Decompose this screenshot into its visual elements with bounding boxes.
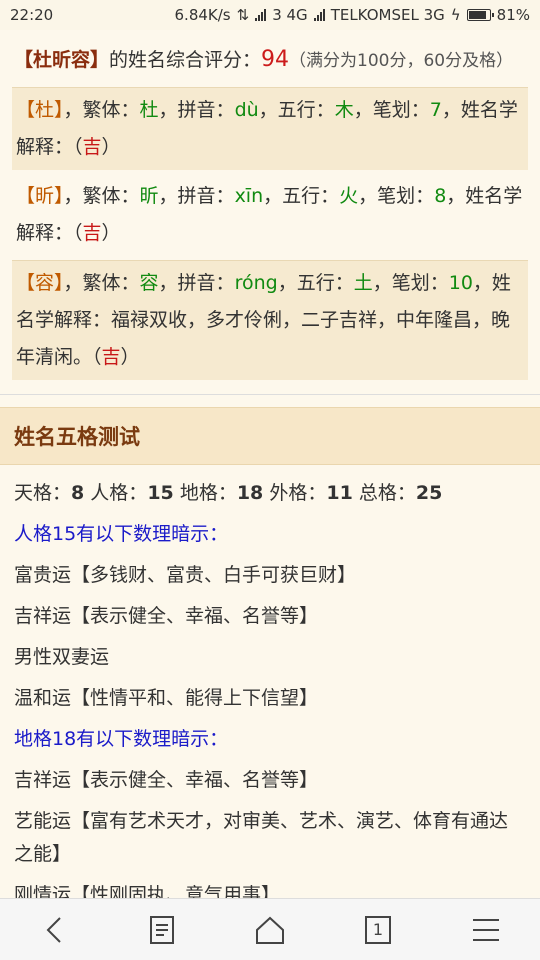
luck-value: 吉 <box>101 346 121 368</box>
strokes-label: ，笔划： <box>353 99 430 121</box>
signal2-icon <box>313 9 325 21</box>
battery-level: 81% <box>496 6 530 24</box>
wuxing-value: 土 <box>353 272 373 294</box>
list-item: 富贵运【多钱财、富贵、白手可获巨财】 <box>14 564 357 586</box>
back-button[interactable] <box>24 905 84 955</box>
section-title: 姓名五格测试 <box>0 407 540 465</box>
strokes-label: ，笔划： <box>358 185 435 207</box>
tian-label: 天格： <box>14 482 72 504</box>
data-arrows-icon: ⇅ <box>236 6 250 24</box>
trad-label: ，繁体： <box>63 185 140 207</box>
wuxing-value: 火 <box>339 185 359 207</box>
strokes-value: 10 <box>448 272 473 294</box>
pinyin-value: xīn <box>234 185 264 207</box>
trad-label: ，繁体： <box>63 272 140 294</box>
strokes-label: ，笔划： <box>372 272 449 294</box>
page-menu-button[interactable] <box>132 905 192 955</box>
luck-value: 吉 <box>82 136 102 158</box>
list-item: 地格18有以下数理暗示： <box>14 728 229 750</box>
back-icon <box>46 916 61 943</box>
wuge-summary: 天格：8 人格：15 地格：18 外格：11 总格：25 <box>14 473 526 514</box>
carrier2: TELKOMSEL 3G <box>330 6 445 24</box>
ren-label: 人格： <box>90 482 148 504</box>
list-item: 男性双妻运 <box>14 646 110 668</box>
strokes-value: 7 <box>429 99 442 121</box>
char-name: 【杜】 <box>16 99 64 121</box>
page-content: 【杜昕容】的姓名综合评分：94（满分为100分，60分及格） 【杜】，繁体：杜，… <box>0 30 540 898</box>
tabs-icon: 1 <box>365 915 391 944</box>
ren-value: 15 <box>147 482 174 504</box>
tian-value: 8 <box>71 482 85 504</box>
wuxing-value: 木 <box>334 99 354 121</box>
close-paren: ） <box>101 222 121 244</box>
zong-label: 总格： <box>358 482 416 504</box>
pinyin-label: ，拼音： <box>158 185 235 207</box>
open-paren: （ <box>92 346 102 368</box>
clock: 22:20 <box>10 6 54 24</box>
score-summary: 【杜昕容】的姓名综合评分：94（满分为100分，60分及格） <box>0 30 540 83</box>
net-speed: 6.84K/s <box>174 6 231 24</box>
list-item: 吉祥运【表示健全、幸福、名誉等】 <box>14 605 319 627</box>
trad-value: 容 <box>139 272 159 294</box>
section-divider <box>0 394 540 395</box>
carrier1: 3 4G <box>272 6 308 24</box>
trad-value: 杜 <box>139 99 159 121</box>
close-paren: ） <box>120 346 140 368</box>
pinyin-label: ，拼音： <box>158 272 235 294</box>
score-value: 94 <box>261 47 290 72</box>
char-detail-1: 【杜】，繁体：杜，拼音：dù，五行：木，笔划：7，姓名学解释：（吉） <box>12 87 528 170</box>
wuxing-label: ，五行： <box>263 185 340 207</box>
list-item: 吉祥运【表示健全、幸福、名誉等】 <box>14 769 319 791</box>
document-icon <box>150 915 174 944</box>
trad-value: 昕 <box>139 185 159 207</box>
home-button[interactable] <box>240 905 300 955</box>
full-name: 【杜昕容】 <box>14 49 110 71</box>
zong-value: 25 <box>415 482 443 504</box>
wuxing-label: ，五行： <box>258 99 335 121</box>
char-name: 【昕】 <box>16 185 64 207</box>
list-item: 艺能运【富有艺术天才，对审美、艺术、演艺、体育有通达之能】 <box>14 810 509 865</box>
battery-icon <box>466 9 494 21</box>
wuxing-label: ，五行： <box>277 272 354 294</box>
signal-icon <box>255 9 267 21</box>
home-icon <box>256 916 284 944</box>
score-note: （满分为100分，60分及格） <box>289 51 514 71</box>
list-item: 刚情运【性刚固执、意气用事】 <box>14 884 281 898</box>
pinyin-value: dù <box>234 99 259 121</box>
bottom-nav-bar: 1 <box>0 898 540 960</box>
wai-value: 11 <box>326 482 353 504</box>
char-detail-3: 【容】，繁体：容，拼音：róng，五行：土，笔划：10，姓名学解释：福禄双收，多… <box>12 260 528 380</box>
char-name: 【容】 <box>16 272 64 294</box>
trad-label: ，繁体： <box>63 99 140 121</box>
status-bar: 22:20 6.84K/s ⇅ 3 4G TELKOMSEL 3G ϟ 81% <box>0 0 540 30</box>
strokes-value: 8 <box>434 185 447 207</box>
di-label: 地格： <box>179 482 237 504</box>
wuge-list: 天格：8 人格：15 地格：18 外格：11 总格：25 人格15有以下数理暗示… <box>0 465 540 898</box>
status-indicators: 6.84K/s ⇅ 3 4G TELKOMSEL 3G ϟ 81% <box>175 6 530 24</box>
summary-label: 的姓名综合评分： <box>109 49 262 71</box>
tab-count: 1 <box>372 920 384 939</box>
pinyin-value: róng <box>234 272 278 294</box>
list-item: 人格15有以下数理暗示： <box>14 523 229 545</box>
charging-icon: ϟ <box>450 6 461 24</box>
tabs-button[interactable]: 1 <box>348 905 408 955</box>
close-paren: ） <box>101 136 121 158</box>
more-menu-button[interactable] <box>456 905 516 955</box>
menu-icon <box>473 918 499 941</box>
luck-value: 吉 <box>82 222 102 244</box>
di-value: 18 <box>236 482 264 504</box>
char-detail-2: 【昕】，繁体：昕，拼音：xīn，五行：火，笔划：8，姓名学解释：（吉） <box>12 174 528 256</box>
wai-label: 外格： <box>269 482 327 504</box>
list-item: 温和运【性情平和、能得上下信望】 <box>14 687 319 709</box>
pinyin-label: ，拼音： <box>158 99 235 121</box>
